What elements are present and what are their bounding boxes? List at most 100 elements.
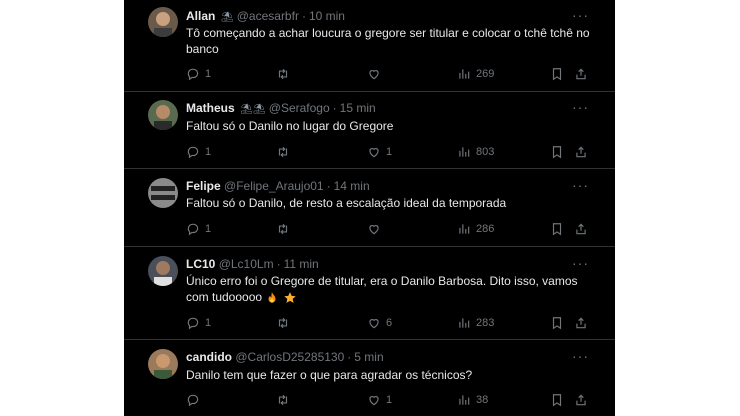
tweet-header: Felipe @Felipe_Araujo01 · 14 min xyxy=(186,178,370,194)
bookmark-button[interactable] xyxy=(550,221,564,237)
share-icon xyxy=(576,68,586,80)
username-handle[interactable]: @acesarbfr xyxy=(237,9,299,23)
username-handle[interactable]: @Felipe_Araujo01 xyxy=(224,179,324,193)
share-button[interactable] xyxy=(574,66,588,82)
retweet-button[interactable] xyxy=(276,392,295,408)
tweet[interactable]: Felipe @Felipe_Araujo01 · 14 min ··· Falto… xyxy=(124,169,615,247)
views-button[interactable]: 283 xyxy=(457,315,494,331)
reply-button[interactable]: 1 xyxy=(186,315,211,331)
share-icon xyxy=(576,223,586,235)
display-name[interactable]: LC10 xyxy=(186,257,215,271)
timestamp[interactable]: 14 min xyxy=(334,179,370,193)
action-bar: 1 1 803 xyxy=(186,144,588,160)
tweet[interactable]: LC10 @Lc10Lm · 11 min ··· Único erro foi o… xyxy=(124,247,615,340)
retweet-icon xyxy=(278,223,288,235)
action-bar: 1 6 283 xyxy=(186,315,588,331)
views-count: 283 xyxy=(476,317,495,329)
reply-icon xyxy=(187,394,199,407)
avatar[interactable] xyxy=(148,256,178,286)
bookmark-icon xyxy=(552,146,562,159)
action-bar: 1 286 xyxy=(186,221,588,237)
more-options-button[interactable]: ··· xyxy=(572,349,589,363)
reply-button[interactable]: 1 xyxy=(186,66,211,82)
username-handle[interactable]: @Lc10Lm xyxy=(219,257,274,271)
reply-button[interactable] xyxy=(186,392,205,408)
like-button[interactable]: 1 xyxy=(367,392,392,408)
display-name[interactable]: Allan xyxy=(186,9,215,23)
views-count: 286 xyxy=(476,223,495,235)
like-icon xyxy=(369,70,379,80)
separator-dot: · xyxy=(326,179,331,193)
avatar[interactable] xyxy=(148,100,178,130)
tweet-text: Único erro foi o Gregore de titular, era… xyxy=(186,274,578,304)
reply-icon xyxy=(187,317,199,330)
reply-count: 1 xyxy=(205,223,212,235)
views-icon xyxy=(459,224,470,234)
views-button[interactable]: 286 xyxy=(457,221,494,237)
retweet-button[interactable] xyxy=(276,144,295,160)
views-icon xyxy=(459,147,470,157)
share-icon xyxy=(576,394,586,406)
like-button[interactable] xyxy=(367,221,386,237)
username-handle[interactable]: @Serafogo xyxy=(269,101,330,115)
reply-icon xyxy=(187,223,199,236)
reply-button[interactable]: 1 xyxy=(186,221,211,237)
timestamp[interactable]: 15 min xyxy=(340,101,376,115)
timestamp[interactable]: 11 min xyxy=(284,257,319,271)
bookmark-button[interactable] xyxy=(550,66,564,82)
timestamp[interactable]: 10 min xyxy=(309,9,345,23)
views-icon xyxy=(459,395,470,405)
timestamp[interactable]: 5 min xyxy=(354,350,383,364)
reply-count: 1 xyxy=(205,68,212,80)
share-button[interactable] xyxy=(574,315,588,331)
like-icon xyxy=(369,225,379,235)
views-button[interactable]: 803 xyxy=(457,144,494,160)
more-options-button[interactable]: ··· xyxy=(572,178,589,192)
tweet[interactable]: Matheus ⛱⛱ @Serafogo · 15 min ··· Faltou s… xyxy=(124,92,615,169)
bookmark-button[interactable] xyxy=(550,144,564,160)
like-button[interactable] xyxy=(367,66,386,82)
avatar[interactable] xyxy=(148,7,178,37)
tweet-text: Faltou só o Danilo, de resto a escalação… xyxy=(186,196,507,210)
avatar[interactable] xyxy=(148,349,178,379)
tweet-header: Allan ⛱ @acesarbfr · 10 min xyxy=(186,8,345,24)
views-count: 38 xyxy=(476,394,489,406)
display-name[interactable]: Felipe xyxy=(186,179,221,193)
more-options-button[interactable]: ··· xyxy=(572,8,589,22)
avatar[interactable] xyxy=(148,178,178,208)
like-button[interactable]: 1 xyxy=(367,144,392,160)
views-button[interactable]: 38 xyxy=(457,392,488,408)
display-name[interactable]: Matheus xyxy=(186,101,235,115)
reply-thread: Allan ⛱ @acesarbfr · 10 min ··· Tô começan… xyxy=(124,0,615,416)
reply-icon xyxy=(187,146,199,159)
like-count: 1 xyxy=(386,146,393,158)
bookmark-icon xyxy=(552,68,562,81)
views-count: 269 xyxy=(476,68,495,80)
bookmark-button[interactable] xyxy=(550,392,564,408)
retweet-button[interactable] xyxy=(276,221,295,237)
share-button[interactable] xyxy=(574,144,588,160)
tweet[interactable]: Allan ⛱ @acesarbfr · 10 min ··· Tô começan… xyxy=(124,0,615,92)
retweet-button[interactable] xyxy=(276,66,295,82)
retweet-button[interactable] xyxy=(276,315,295,331)
action-bar: 1 38 xyxy=(186,392,588,408)
share-button[interactable] xyxy=(574,221,588,237)
bookmark-button[interactable] xyxy=(550,315,564,331)
like-icon xyxy=(369,396,379,406)
reply-icon xyxy=(187,68,199,81)
separator-dot: · xyxy=(332,101,337,115)
views-button[interactable]: 269 xyxy=(457,66,494,82)
reply-button[interactable]: 1 xyxy=(186,144,211,160)
tweet-header: Matheus ⛱⛱ @Serafogo · 15 min xyxy=(186,100,376,116)
separator-dot: · xyxy=(276,257,281,271)
more-options-button[interactable]: ··· xyxy=(572,256,589,270)
display-name[interactable]: candido xyxy=(186,350,232,364)
more-options-button[interactable]: ··· xyxy=(572,100,589,114)
tweet[interactable]: candido @CarlosD25285130 · 5 min ··· Danil… xyxy=(124,340,615,416)
views-icon xyxy=(459,318,470,328)
share-button[interactable] xyxy=(574,392,588,408)
tweet-header: candido @CarlosD25285130 · 5 min xyxy=(186,349,384,365)
username-handle[interactable]: @CarlosD25285130 xyxy=(235,350,344,364)
retweet-icon xyxy=(278,68,288,80)
like-button[interactable]: 6 xyxy=(367,315,392,331)
